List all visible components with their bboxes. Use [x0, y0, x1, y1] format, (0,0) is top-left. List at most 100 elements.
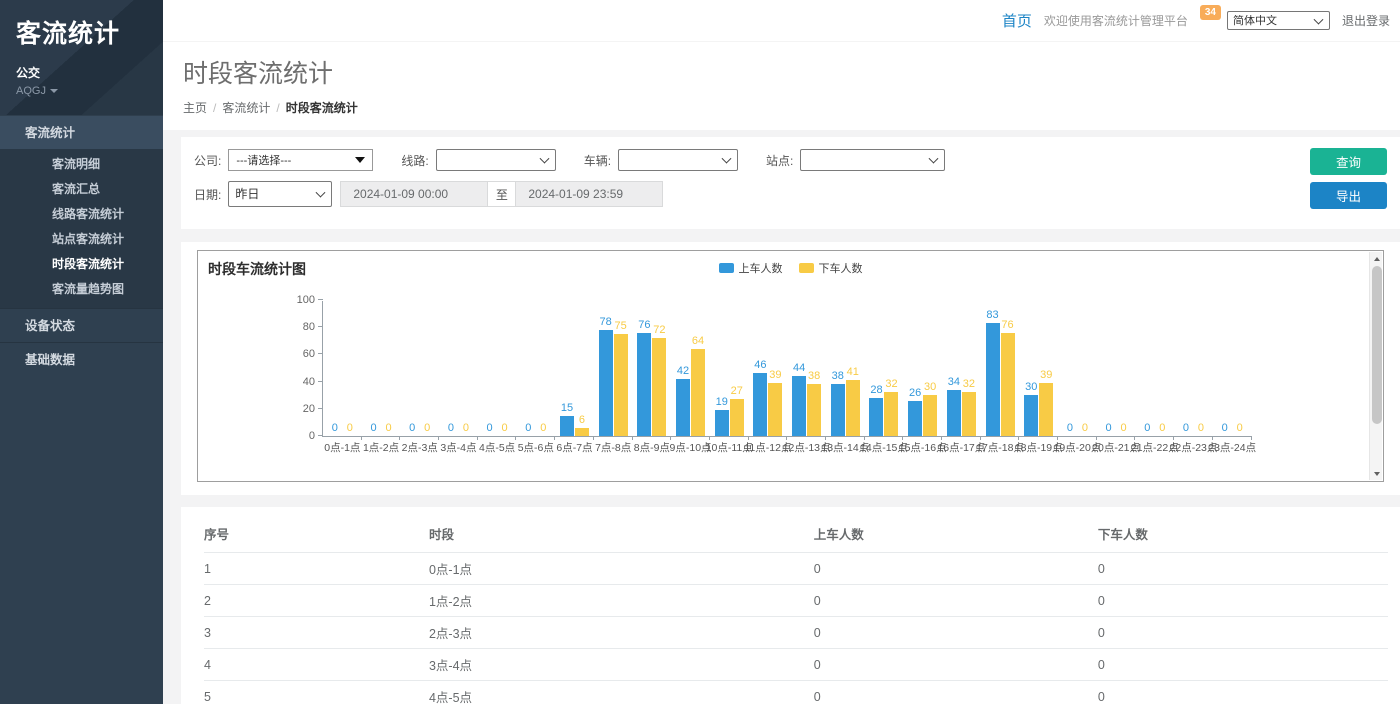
bar: [1001, 333, 1015, 436]
bar-column: 26: [908, 301, 922, 436]
legend-label: 上车人数: [739, 260, 783, 276]
scroll-down-icon[interactable]: [1370, 467, 1383, 480]
language-select[interactable]: 简体中文: [1227, 11, 1330, 30]
bar: [575, 428, 589, 436]
bar-value-label: 0: [1144, 423, 1150, 434]
x-axis-label: 8点-9点: [634, 440, 670, 455]
bar: [599, 330, 613, 436]
date-preset-select[interactable]: 昨日: [228, 181, 332, 207]
date-from-input[interactable]: [340, 181, 488, 207]
bar: [986, 323, 1000, 436]
bar-group: 0023点-24点: [1213, 301, 1252, 436]
station-select[interactable]: [800, 149, 945, 171]
table-cell: 0: [814, 585, 1098, 617]
col-seq: 序号: [204, 513, 429, 553]
sidebar-item-base-data[interactable]: 基础数据: [0, 342, 163, 376]
bar-group: 004点-5点: [478, 301, 517, 436]
x-axis-label: 3点-4点: [440, 440, 476, 455]
bar-value-label: 19: [716, 397, 728, 408]
table-cell: 0: [1098, 553, 1388, 585]
bar: [1039, 383, 1053, 436]
bar-column: 0: [1117, 301, 1131, 436]
bar-group: 002点-3点: [400, 301, 439, 436]
breadcrumb-current: 时段客流统计: [286, 101, 358, 115]
table-cell: 0: [1098, 585, 1388, 617]
scrollbar-thumb[interactable]: [1372, 266, 1382, 424]
bar-column: 6: [575, 301, 589, 436]
bar-column: 72: [652, 301, 666, 436]
sidebar-subitem[interactable]: 站点客流统计: [0, 227, 163, 252]
bar: [730, 399, 744, 436]
bar-column: 0: [420, 301, 434, 436]
query-button[interactable]: 查询: [1310, 148, 1387, 175]
export-button[interactable]: 导出: [1310, 182, 1387, 209]
bar-column: 0: [405, 301, 419, 436]
line-select[interactable]: [436, 149, 556, 171]
legend-item[interactable]: 上车人数: [719, 260, 783, 276]
sidebar-item-passenger-stats[interactable]: 客流统计: [0, 115, 163, 149]
bar-value-label: 44: [793, 363, 805, 374]
bar-value-label: 75: [615, 321, 627, 332]
bar-column: 30: [1024, 301, 1038, 436]
bar: [947, 390, 961, 436]
bar-group: 76728点-9点: [633, 301, 672, 436]
date-to-input[interactable]: [515, 181, 663, 207]
page-title: 时段客流统计: [183, 54, 1400, 90]
vehicle-select[interactable]: [618, 149, 738, 171]
bar: [614, 334, 628, 436]
bar-column: 78: [599, 301, 613, 436]
bar-group: 0021点-22点: [1135, 301, 1174, 436]
date-range-separator: 至: [488, 181, 515, 207]
sidebar-subitem[interactable]: 客流汇总: [0, 177, 163, 202]
sidebar-subitem[interactable]: 线路客流统计: [0, 202, 163, 227]
page-header: 时段客流统计 主页/客流统计/时段客流统计: [163, 42, 1400, 130]
bar-column: 41: [846, 301, 860, 436]
bar-value-label: 30: [1025, 382, 1037, 393]
bar-group: 001点-2点: [362, 301, 401, 436]
logout-link[interactable]: 退出登录: [1342, 12, 1390, 29]
sidebar-subitem[interactable]: 时段客流统计: [0, 252, 163, 277]
company-select[interactable]: ---请选择---: [228, 149, 373, 171]
y-axis-tick-mark: [318, 299, 323, 300]
table-cell: 0: [1098, 681, 1388, 704]
bar-group: 78757点-8点: [594, 301, 633, 436]
bar-value-label: 78: [600, 317, 612, 328]
sidebar-subitem[interactable]: 客流量趋势图: [0, 277, 163, 302]
bar-value-label: 0: [540, 423, 546, 434]
sidebar-item-device-status[interactable]: 设备状态: [0, 308, 163, 342]
chart-title: 时段车流统计图: [208, 259, 306, 279]
col-period: 时段: [429, 513, 814, 553]
bar-group: 384113点-14点: [826, 301, 865, 436]
content-area: 公司: ---请选择--- 线路: 车辆: 站点:: [163, 130, 1400, 704]
sidebar-subitem[interactable]: 客流明细: [0, 152, 163, 177]
x-axis-label: 2点-3点: [402, 440, 438, 455]
table-row: 54点-5点00: [204, 681, 1388, 704]
bar-column: 0: [367, 301, 381, 436]
bar-value-label: 42: [677, 366, 689, 377]
legend-item[interactable]: 下车人数: [799, 260, 863, 276]
breadcrumb-section[interactable]: 客流统计: [222, 101, 270, 115]
bar-value-label: 0: [385, 423, 391, 434]
bar-column: 42: [676, 301, 690, 436]
home-link[interactable]: 首页: [1002, 10, 1032, 31]
bar-column: 38: [831, 301, 845, 436]
bar: [869, 398, 883, 436]
table-row: 21点-2点00: [204, 585, 1388, 617]
bar: [962, 392, 976, 436]
user-dropdown[interactable]: AQGJ: [16, 85, 163, 97]
breadcrumb-home[interactable]: 主页: [183, 101, 207, 115]
bar-value-label: 41: [847, 367, 859, 378]
x-axis-label: 7点-8点: [595, 440, 631, 455]
table-row: 32点-3点00: [204, 617, 1388, 649]
scroll-up-icon[interactable]: [1370, 252, 1383, 265]
breadcrumb: 主页/客流统计/时段客流统计: [183, 99, 1400, 116]
vehicle-label: 车辆:: [584, 152, 611, 169]
notification-badge[interactable]: 34: [1200, 5, 1221, 20]
bar: [560, 416, 574, 436]
bar-value-label: 0: [463, 423, 469, 434]
bar-column: 19: [715, 301, 729, 436]
table-cell: 3点-4点: [429, 649, 814, 681]
bar-group: 283214点-15点: [865, 301, 904, 436]
bar-value-label: 32: [963, 379, 975, 390]
bar-group: 443812点-13点: [787, 301, 826, 436]
